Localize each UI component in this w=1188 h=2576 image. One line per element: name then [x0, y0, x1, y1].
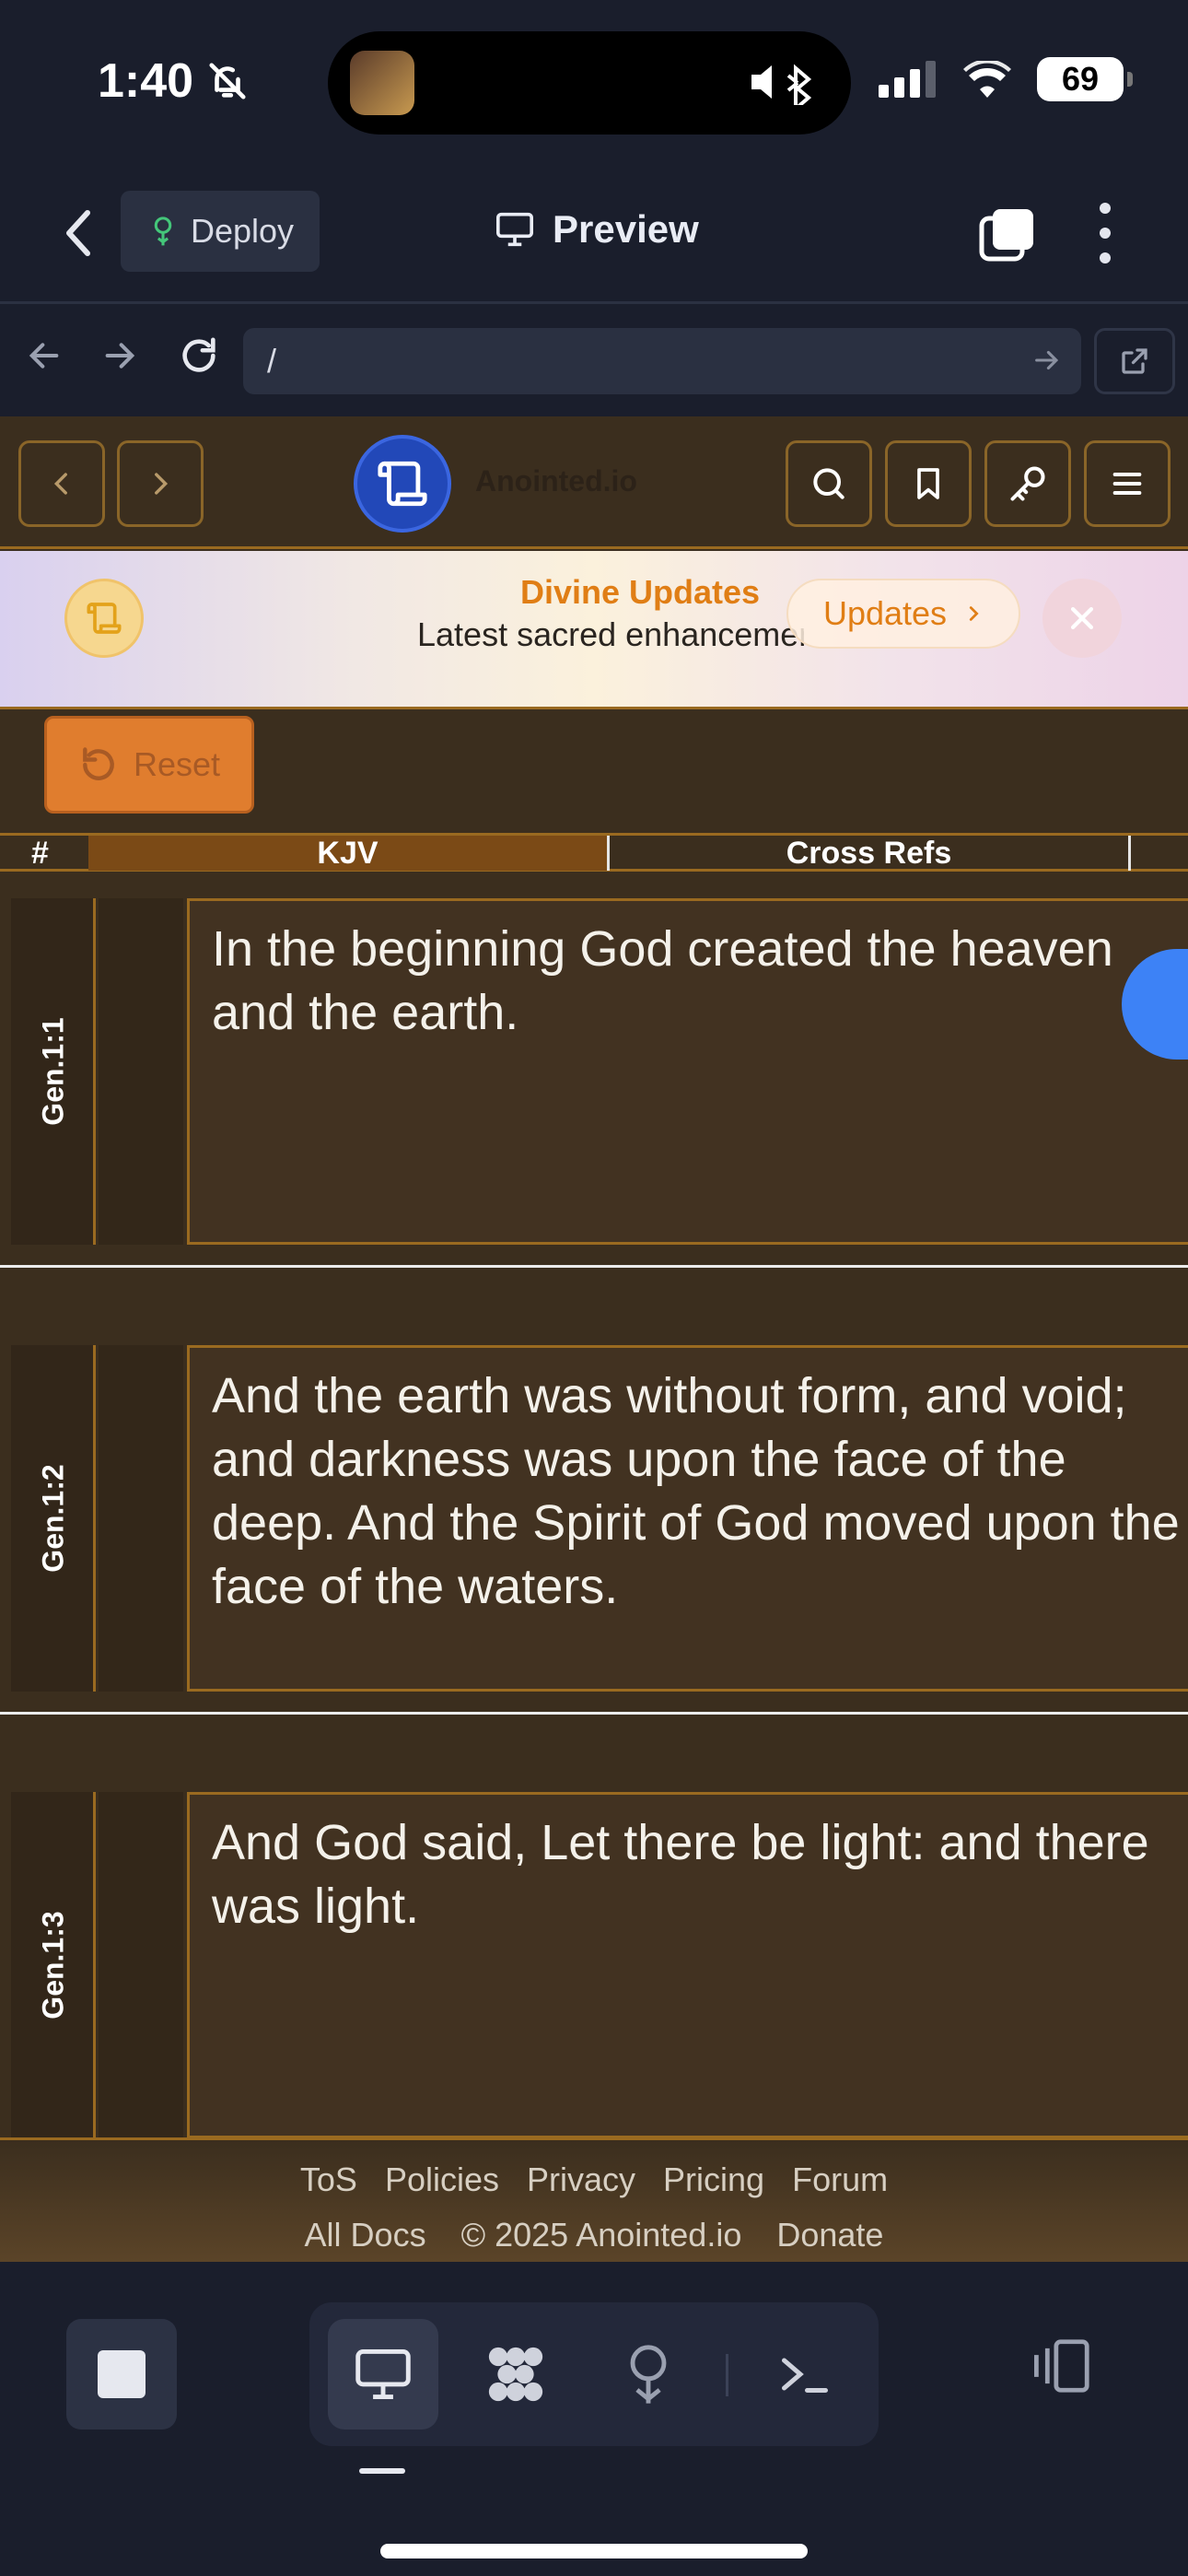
column-header-cross-refs[interactable]: Cross Refs	[610, 836, 1131, 871]
stop-icon	[98, 2350, 146, 2398]
footer-copyright: © 2025 Anointed.io	[460, 2216, 742, 2254]
close-banner-button[interactable]	[1042, 579, 1122, 658]
deploy-button[interactable]: Deploy	[121, 191, 320, 272]
status-time: 1:40	[98, 53, 249, 109]
column-header-number[interactable]: #	[31, 836, 49, 871]
footer-link-privacy[interactable]: Privacy	[527, 2160, 635, 2199]
row-gutter	[99, 898, 183, 1245]
footer-link-forum[interactable]: Forum	[792, 2160, 888, 2199]
battery-indicator: 69	[1037, 57, 1133, 101]
verse-ref-cell: Gen.1:3	[11, 1792, 96, 2138]
app-preview: Anointed.io Divine Updates Latest sacred…	[0, 416, 1188, 2262]
close-icon	[1070, 606, 1094, 630]
brand-logo[interactable]	[354, 435, 451, 533]
verse-ref-cell: Gen.1:2	[11, 1345, 96, 1692]
verse-text[interactable]: And God said, Let there be light: and th…	[187, 1792, 1188, 2138]
footer-links-primary: ToS Policies Privacy Pricing Forum	[0, 2160, 1188, 2199]
verse-text[interactable]: In the beginning God created the heaven …	[187, 898, 1188, 1245]
chevron-right-icon	[155, 473, 169, 495]
dynamic-island	[328, 31, 851, 135]
updates-button[interactable]: Updates	[786, 579, 1020, 649]
app-thumbnail-icon	[350, 51, 414, 115]
more-options-icon[interactable]	[1096, 203, 1114, 263]
chevron-left-icon	[53, 473, 67, 495]
verse-ref-cell: Gen.1:1	[11, 898, 96, 1245]
external-link-icon	[1122, 348, 1147, 374]
terminal-icon	[782, 2358, 828, 2393]
url-input[interactable]: /	[243, 328, 1081, 394]
stop-button[interactable]	[66, 2319, 177, 2430]
go-arrow-icon[interactable]	[1031, 345, 1063, 376]
bookmark-button[interactable]	[885, 440, 972, 527]
preview-tab[interactable]: Preview	[494, 207, 699, 252]
bottom-toolbar	[0, 2262, 1188, 2576]
home-indicator[interactable]	[380, 2544, 808, 2558]
footer-link-all-docs[interactable]: All Docs	[305, 2216, 426, 2254]
deploy-tree-icon	[154, 217, 172, 246]
agent-blob-icon	[488, 2347, 543, 2402]
row-gutter	[99, 1345, 183, 1692]
banner-scroll-icon	[64, 579, 144, 658]
reset-icon	[83, 747, 114, 780]
open-external-button[interactable]	[1094, 328, 1175, 394]
search-button[interactable]	[786, 440, 872, 527]
tool-switcher	[309, 2302, 879, 2446]
updates-banner: Divine Updates Latest sacred enhancement…	[0, 551, 1188, 709]
chevron-right-icon	[969, 606, 979, 621]
browser-back-icon[interactable]	[18, 330, 70, 381]
monitor-icon	[496, 212, 533, 247]
footer-link-policies[interactable]: Policies	[385, 2160, 499, 2199]
site-footer: ToS Policies Privacy Pricing Forum All D…	[0, 2137, 1188, 2262]
deployments-tool-button[interactable]	[593, 2319, 704, 2430]
app-navbar: Anointed.io	[0, 416, 1188, 549]
cellular-icon	[879, 61, 936, 98]
status-bar: 1:40 69	[0, 0, 1188, 161]
tool-separator	[726, 2354, 728, 2396]
key-button[interactable]	[984, 440, 1071, 527]
mute-bluetooth-icon	[751, 64, 812, 105]
back-chevron-icon[interactable]	[57, 207, 103, 259]
monitor-icon	[355, 2349, 411, 2399]
bookmark-icon	[917, 468, 939, 499]
search-icon	[813, 468, 844, 499]
footer-link-tos[interactable]: ToS	[300, 2160, 357, 2199]
verse-ref[interactable]: Gen.1:1	[37, 1017, 71, 1125]
tabs-icon[interactable]	[978, 207, 1035, 264]
menu-button[interactable]	[1084, 440, 1171, 527]
reload-icon[interactable]	[173, 330, 225, 381]
banner-title: Divine Updates	[520, 573, 761, 611]
browser-forward-icon[interactable]	[94, 330, 146, 381]
status-icons: 69	[879, 57, 1133, 101]
table-row: Gen.1:3 And God said, Let there be light…	[0, 1779, 1188, 2161]
hamburger-menu-icon	[1112, 473, 1142, 495]
active-tab-indicator	[359, 2468, 405, 2474]
column-header-kjv[interactable]: KJV	[88, 836, 610, 871]
table-row: Gen.1:1 In the beginning God created the…	[0, 885, 1188, 1268]
footer-link-donate[interactable]: Donate	[776, 2216, 883, 2254]
verse-text[interactable]: And the earth was without form, and void…	[187, 1345, 1188, 1692]
key-icon	[1010, 466, 1045, 501]
prev-button[interactable]	[18, 440, 105, 527]
next-button[interactable]	[117, 440, 204, 527]
table-row: Gen.1:2 And the earth was without form, …	[0, 1332, 1188, 1715]
preview-tool-button[interactable]	[328, 2319, 438, 2430]
deploy-tree-icon	[630, 2345, 667, 2404]
row-gutter	[99, 1792, 183, 2138]
url-bar: /	[0, 304, 1188, 416]
panels-icon[interactable]	[1030, 2337, 1096, 2395]
verse-ref[interactable]: Gen.1:2	[37, 1464, 71, 1572]
footer-link-pricing[interactable]: Pricing	[663, 2160, 764, 2199]
footer-links-secondary: All Docs © 2025 Anointed.io Donate	[0, 2216, 1188, 2254]
agent-tool-button[interactable]	[460, 2319, 571, 2430]
scroll-icon	[378, 461, 427, 507]
banner-subtitle: Latest sacred enhancements	[417, 615, 804, 653]
verse-ref[interactable]: Gen.1:3	[37, 1911, 71, 2019]
wifi-icon	[963, 61, 1011, 98]
reset-button[interactable]: Reset	[44, 716, 254, 814]
shell-tool-button[interactable]	[750, 2319, 860, 2430]
table-header: # KJV Cross Refs	[0, 833, 1188, 872]
editor-header: Deploy Preview	[0, 161, 1188, 304]
brand-name[interactable]: Anointed.io	[475, 464, 637, 498]
bell-muted-icon	[209, 63, 246, 100]
